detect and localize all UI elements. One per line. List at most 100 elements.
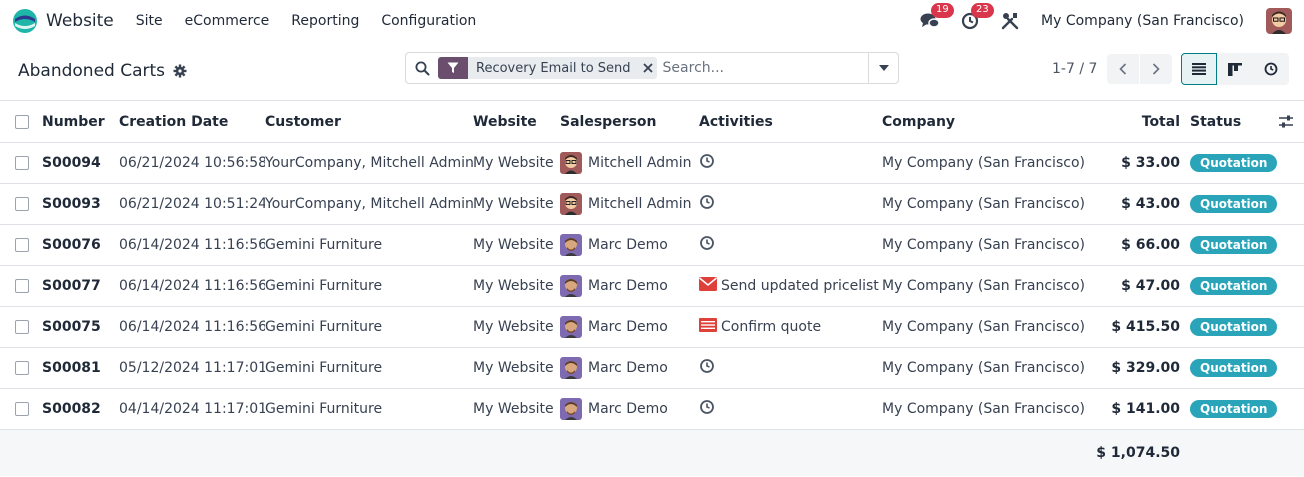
pager-next-button[interactable]	[1140, 54, 1173, 84]
kanban-view-button[interactable]	[1217, 53, 1253, 85]
salesperson-name: Marc Demo	[588, 360, 668, 376]
facet-remove-button[interactable]	[639, 63, 657, 73]
activity-button[interactable]	[699, 235, 715, 255]
row-checkbox[interactable]	[15, 197, 29, 211]
row-checkbox[interactable]	[15, 279, 29, 293]
col-header-company[interactable]: Company	[882, 101, 1092, 143]
systray: 19 23 My Company (San Francisco)	[919, 3, 1292, 34]
website-name: My Website	[473, 278, 554, 294]
activity-button[interactable]	[699, 153, 715, 173]
table-row[interactable]: S00093 06/21/2024 10:51:24 YourCompany, …	[0, 184, 1304, 225]
company-name: My Company (San Francisco)	[882, 319, 1085, 335]
activity-button[interactable]	[699, 399, 715, 419]
website-name: My Website	[473, 360, 554, 376]
salesperson-cell: Marc Demo	[560, 225, 699, 266]
col-header-salesperson[interactable]: Salesperson	[560, 101, 699, 143]
messages-button[interactable]: 19	[919, 3, 954, 32]
mitchell-admin-avatar-icon	[560, 193, 582, 215]
search-facet: Recovery Email to Send	[438, 57, 657, 79]
col-header-website[interactable]: Website	[473, 101, 560, 143]
status-cell: Quotation	[1190, 184, 1304, 225]
breadcrumb: Abandoned Carts	[18, 61, 403, 81]
activities-button[interactable]: 23	[959, 3, 994, 32]
user-avatar[interactable]	[1266, 8, 1292, 34]
salesperson-avatar[interactable]	[560, 152, 582, 174]
salesperson-avatar[interactable]	[560, 357, 582, 379]
salesperson-avatar[interactable]	[560, 234, 582, 256]
row-select-cell	[0, 225, 42, 266]
salesperson-avatar[interactable]	[560, 316, 582, 338]
row-checkbox[interactable]	[15, 238, 29, 252]
status-cell: Quotation	[1190, 348, 1304, 389]
website-name: My Website	[473, 319, 554, 335]
search-button[interactable]	[406, 61, 438, 76]
table-row[interactable]: S00075 06/14/2024 11:16:56 Gemini Furnit…	[0, 307, 1304, 348]
menu-ecommerce[interactable]: eCommerce	[185, 13, 270, 29]
order-total: $ 33.00	[1121, 155, 1180, 171]
search-options-toggle[interactable]	[868, 53, 898, 83]
activity-button[interactable]	[699, 277, 717, 295]
user-avatar-icon	[1266, 8, 1292, 34]
row-checkbox[interactable]	[15, 361, 29, 375]
company-switcher[interactable]: My Company (San Francisco)	[1041, 13, 1244, 29]
table-row[interactable]: S00082 04/14/2024 11:17:01 Gemini Furnit…	[0, 389, 1304, 430]
activity-button[interactable]	[699, 194, 715, 214]
status-badge: Quotation	[1190, 359, 1278, 377]
customer-name: YourCompany, Mitchell Admin	[265, 196, 473, 212]
company-name: My Company (San Francisco)	[882, 278, 1085, 294]
table-row[interactable]: S00076 06/14/2024 11:16:56 Gemini Furnit…	[0, 225, 1304, 266]
app-name: Website	[46, 11, 114, 31]
clock-icon	[700, 359, 714, 373]
customer-name: YourCompany, Mitchell Admin	[265, 155, 473, 171]
select-all-checkbox[interactable]	[15, 114, 29, 129]
menu-site[interactable]: Site	[136, 13, 163, 29]
kanban-icon	[1228, 62, 1242, 76]
col-header-creation-date[interactable]: Creation Date	[119, 101, 265, 143]
customer-name: Gemini Furniture	[265, 319, 383, 335]
view-switcher	[1181, 53, 1289, 85]
pager-previous-button[interactable]	[1107, 54, 1140, 84]
salesperson-cell: Marc Demo	[560, 348, 699, 389]
list-view-button[interactable]	[1181, 53, 1217, 85]
salesperson-avatar[interactable]	[560, 193, 582, 215]
col-header-customer[interactable]: Customer	[265, 101, 473, 143]
status-cell: Quotation	[1190, 225, 1304, 266]
activity-button[interactable]	[699, 318, 717, 336]
order-number: S00081	[42, 360, 101, 376]
app-brand[interactable]: Website	[12, 8, 114, 34]
col-header-status-cell: Status	[1190, 101, 1304, 143]
activity-view-button[interactable]	[1253, 53, 1289, 85]
pager-value[interactable]: 1-7 / 7	[1052, 61, 1097, 77]
settings-tools-button[interactable]	[999, 10, 1021, 32]
table-row[interactable]: S00081 05/12/2024 11:17:01 Gemini Furnit…	[0, 348, 1304, 389]
filter-icon	[447, 62, 459, 73]
activity-button[interactable]	[699, 358, 715, 378]
order-total: $ 415.50	[1111, 319, 1180, 335]
orders-table: Number Creation Date Customer Website Sa…	[0, 100, 1304, 476]
col-header-status[interactable]: Status	[1190, 114, 1241, 130]
gear-icon[interactable]	[173, 64, 187, 78]
table-row[interactable]: S00094 06/21/2024 10:56:58 YourCompany, …	[0, 143, 1304, 184]
select-all-cell	[0, 101, 42, 143]
list-icon	[1192, 63, 1206, 75]
creation-date: 06/14/2024 11:16:56	[119, 237, 265, 253]
aggregate-row: $ 1,074.50	[0, 429, 1304, 476]
table-row[interactable]: S00077 06/14/2024 11:16:56 Gemini Furnit…	[0, 266, 1304, 307]
status-badge: Quotation	[1190, 277, 1278, 295]
close-icon	[642, 63, 653, 73]
salesperson-avatar[interactable]	[560, 275, 582, 297]
col-header-total[interactable]: Total	[1092, 101, 1190, 143]
menu-reporting[interactable]: Reporting	[291, 13, 359, 29]
col-header-activities[interactable]: Activities	[699, 101, 882, 143]
chevron-right-icon	[1153, 63, 1161, 75]
search-input[interactable]	[662, 54, 868, 82]
menu-configuration[interactable]: Configuration	[381, 13, 476, 29]
order-total: $ 43.00	[1121, 196, 1180, 212]
row-checkbox[interactable]	[15, 156, 29, 170]
row-checkbox[interactable]	[15, 320, 29, 334]
col-header-number[interactable]: Number	[42, 101, 119, 143]
column-settings-icon[interactable]	[1278, 115, 1294, 129]
clock-icon	[700, 236, 714, 250]
salesperson-avatar[interactable]	[560, 398, 582, 420]
row-checkbox[interactable]	[15, 402, 29, 416]
